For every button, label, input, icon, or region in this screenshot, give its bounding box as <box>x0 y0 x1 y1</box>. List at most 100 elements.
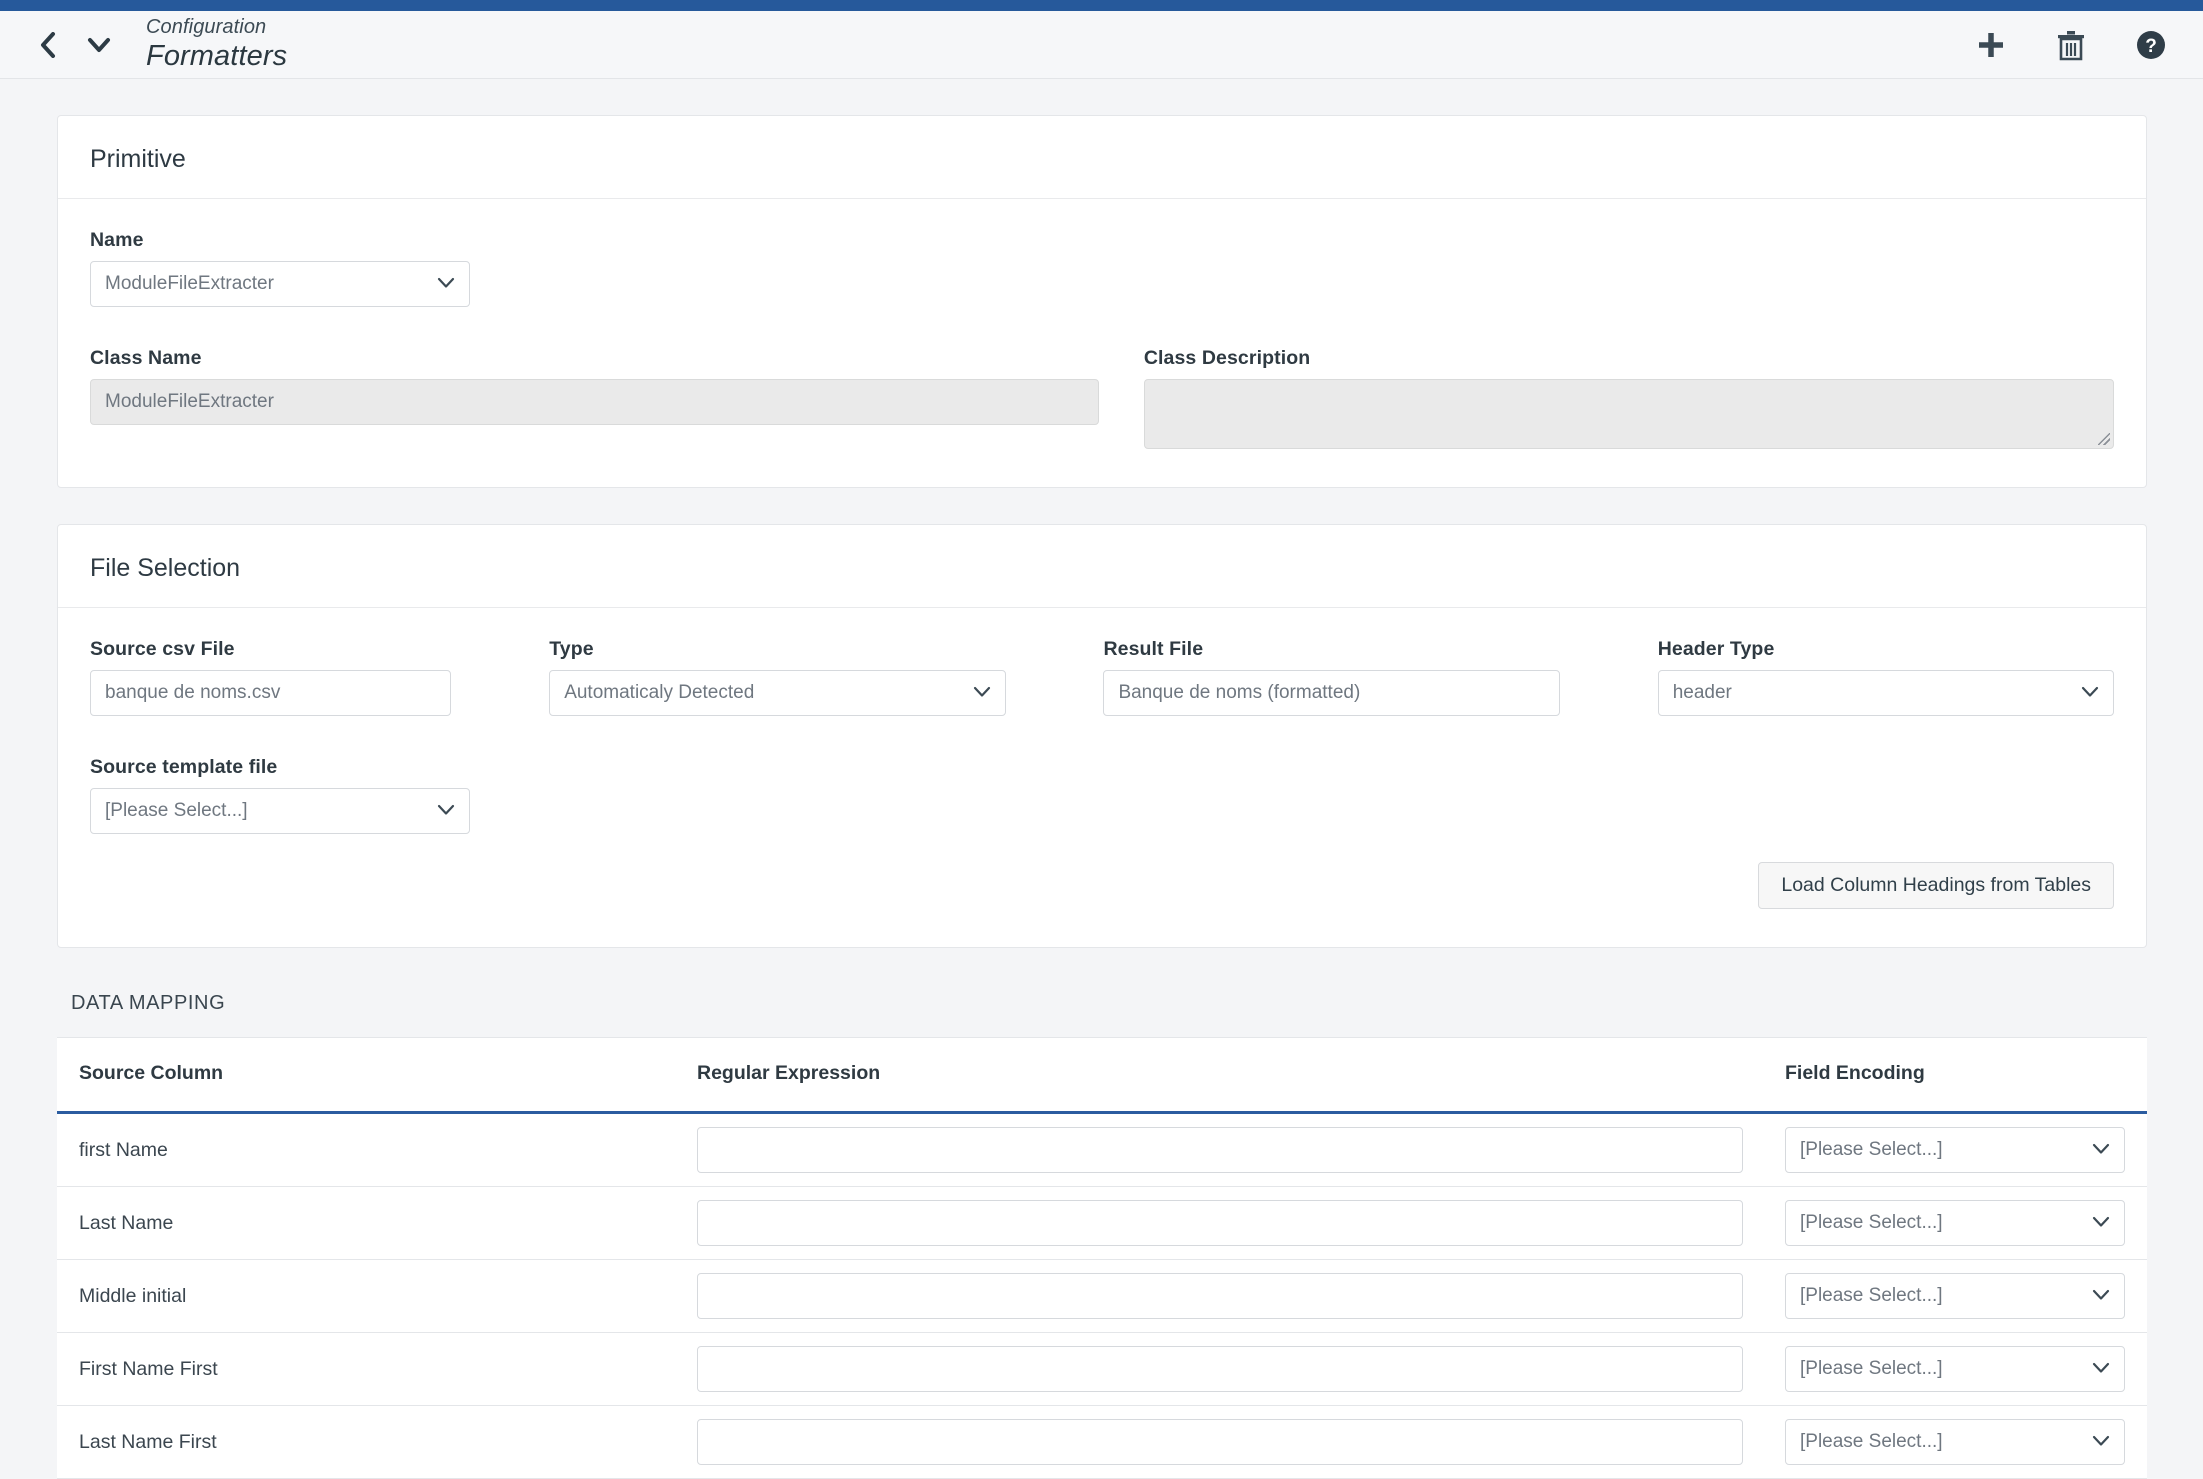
regex-input[interactable] <box>697 1127 1743 1173</box>
field-encoding-select[interactable]: [Please Select...] <box>1785 1200 2125 1246</box>
source-csv-value: banque de noms.csv <box>105 682 281 703</box>
header-titles: Configuration Formatters <box>146 15 287 75</box>
regex-cell <box>697 1112 1767 1187</box>
header-nav-icons <box>22 30 114 60</box>
primitive-panel: Primitive Name ModuleFileExtracter Class… <box>57 115 2147 488</box>
field-encoding-select[interactable]: [Please Select...] <box>1785 1346 2125 1392</box>
file-selection-panel: File Selection Source csv File banque de… <box>57 524 2147 948</box>
field-encoding-value: [Please Select...] <box>1800 1358 1943 1379</box>
primitive-panel-body: Name ModuleFileExtracter Class Name Modu… <box>58 199 2146 487</box>
source-template-group: Source template file [Please Select...] <box>90 756 470 834</box>
regex-input[interactable] <box>697 1273 1743 1319</box>
regex-input[interactable] <box>697 1200 1743 1246</box>
source-csv-input[interactable]: banque de noms.csv <box>90 670 452 716</box>
chevron-down-icon <box>2092 1212 2110 1234</box>
result-file-label: Result File <box>1103 638 1204 660</box>
result-file-input[interactable]: Banque de noms (formatted) <box>1103 670 1560 716</box>
source-csv-group: Source csv File banque de noms.csv <box>90 638 452 716</box>
plus-icon[interactable] <box>1973 27 2009 63</box>
field-encoding-cell: [Please Select...] <box>1767 1259 2147 1333</box>
page-header: Configuration Formatters ? <box>0 11 2203 79</box>
regex-input[interactable] <box>697 1419 1743 1465</box>
header-actions: ? <box>1973 27 2169 63</box>
table-header-row: Source Column Regular Expression Field E… <box>57 1037 2147 1114</box>
source-column-cell: Last Name <box>57 1186 697 1260</box>
file-selection-row-1: Source csv File banque de noms.csv Type … <box>90 638 2115 716</box>
result-file-group: Result File Banque de noms (formatted) <box>1103 638 1560 716</box>
data-mapping-table-body: first Name [Please Select...] Last Name … <box>57 1112 2147 1479</box>
source-column-cell: First Name First <box>57 1332 697 1406</box>
class-description-group: Class Description <box>1143 347 2114 449</box>
regex-cell <box>697 1186 1767 1260</box>
table-row: Last Name [Please Select...] <box>57 1186 2147 1260</box>
field-encoding-value: [Please Select...] <box>1800 1212 1943 1233</box>
field-encoding-cell: [Please Select...] <box>1767 1405 2147 1479</box>
field-encoding-select[interactable]: [Please Select...] <box>1785 1419 2125 1465</box>
chevron-down-icon <box>437 800 455 822</box>
field-encoding-select[interactable]: [Please Select...] <box>1785 1273 2125 1319</box>
class-description-textarea <box>1143 379 2114 449</box>
source-column-cell: Last Name First <box>57 1405 697 1479</box>
class-description-label: Class Description <box>1143 347 1311 369</box>
chevron-down-icon <box>2081 682 2099 704</box>
data-mapping-table: Source Column Regular Expression Field E… <box>57 1037 2147 1479</box>
class-name-input: ModuleFileExtracter <box>90 379 1099 425</box>
table-row: First Name First [Please Select...] <box>57 1332 2147 1406</box>
column-header-source-column: Source Column <box>57 1037 697 1114</box>
chevron-down-icon <box>2092 1358 2110 1380</box>
file-selection-actions: Load Column Headings from Tables <box>90 862 2114 909</box>
type-group: Type Automaticaly Detected <box>549 638 1006 716</box>
trash-icon[interactable] <box>2053 27 2089 63</box>
field-encoding-cell: [Please Select...] <box>1767 1186 2147 1260</box>
source-template-select-value: [Please Select...] <box>105 800 248 821</box>
data-mapping-table-head: Source Column Regular Expression Field E… <box>57 1037 2147 1114</box>
source-template-select[interactable]: [Please Select...] <box>90 788 470 834</box>
type-select-value: Automaticaly Detected <box>564 682 755 703</box>
class-name-group: Class Name ModuleFileExtracter <box>90 347 1099 449</box>
name-select[interactable]: ModuleFileExtracter <box>90 261 470 307</box>
data-mapping-section: DATA MAPPING Source Column Regular Expre… <box>57 992 2147 1479</box>
load-column-headings-button[interactable]: Load Column Headings from Tables <box>1758 862 2114 909</box>
field-encoding-value: [Please Select...] <box>1800 1139 1943 1160</box>
class-name-value: ModuleFileExtracter <box>105 391 274 412</box>
file-selection-panel-header: File Selection <box>58 525 2146 608</box>
type-label: Type <box>549 638 594 660</box>
svg-text:?: ? <box>2145 36 2157 57</box>
type-select[interactable]: Automaticaly Detected <box>549 670 1006 716</box>
source-column-cell: first Name <box>57 1112 697 1187</box>
page-title: Formatters <box>146 40 288 72</box>
chevron-left-icon[interactable] <box>32 30 62 60</box>
regex-cell <box>697 1259 1767 1333</box>
table-row: first Name [Please Select...] <box>57 1112 2147 1187</box>
file-selection-row-2: Source template file [Please Select...] <box>90 756 2114 834</box>
primitive-panel-header: Primitive <box>58 116 2146 199</box>
table-row: Middle initial [Please Select...] <box>57 1259 2147 1333</box>
chevron-down-icon <box>2092 1285 2110 1307</box>
chevron-down-icon[interactable] <box>84 30 114 60</box>
chevron-down-icon <box>2092 1139 2110 1161</box>
field-encoding-value: [Please Select...] <box>1800 1285 1943 1306</box>
primitive-panel-title: Primitive <box>90 145 186 173</box>
header-type-group: Header Type header <box>1657 638 2115 716</box>
regex-cell <box>697 1332 1767 1406</box>
column-header-field-encoding: Field Encoding <box>1767 1037 2147 1114</box>
regex-input[interactable] <box>697 1346 1743 1392</box>
field-encoding-cell: [Please Select...] <box>1767 1332 2147 1406</box>
source-template-label: Source template file <box>90 756 278 778</box>
source-column-cell: Middle initial <box>57 1259 697 1333</box>
breadcrumb: Configuration <box>146 15 267 38</box>
data-mapping-title: DATA MAPPING <box>71 992 226 1014</box>
field-encoding-select[interactable]: [Please Select...] <box>1785 1127 2125 1173</box>
class-fields-row: Class Name ModuleFileExtracter Class Des… <box>90 347 2114 449</box>
column-header-regular-expression: Regular Expression <box>697 1037 1767 1114</box>
header-type-label: Header Type <box>1657 638 1775 660</box>
chevron-down-icon <box>973 682 991 704</box>
field-encoding-cell: [Please Select...] <box>1767 1112 2147 1187</box>
class-name-label: Class Name <box>90 347 202 369</box>
header-type-select[interactable]: header <box>1657 670 2115 716</box>
file-selection-panel-body: Source csv File banque de noms.csv Type … <box>58 608 2146 947</box>
help-circle-icon[interactable]: ? <box>2133 27 2169 63</box>
